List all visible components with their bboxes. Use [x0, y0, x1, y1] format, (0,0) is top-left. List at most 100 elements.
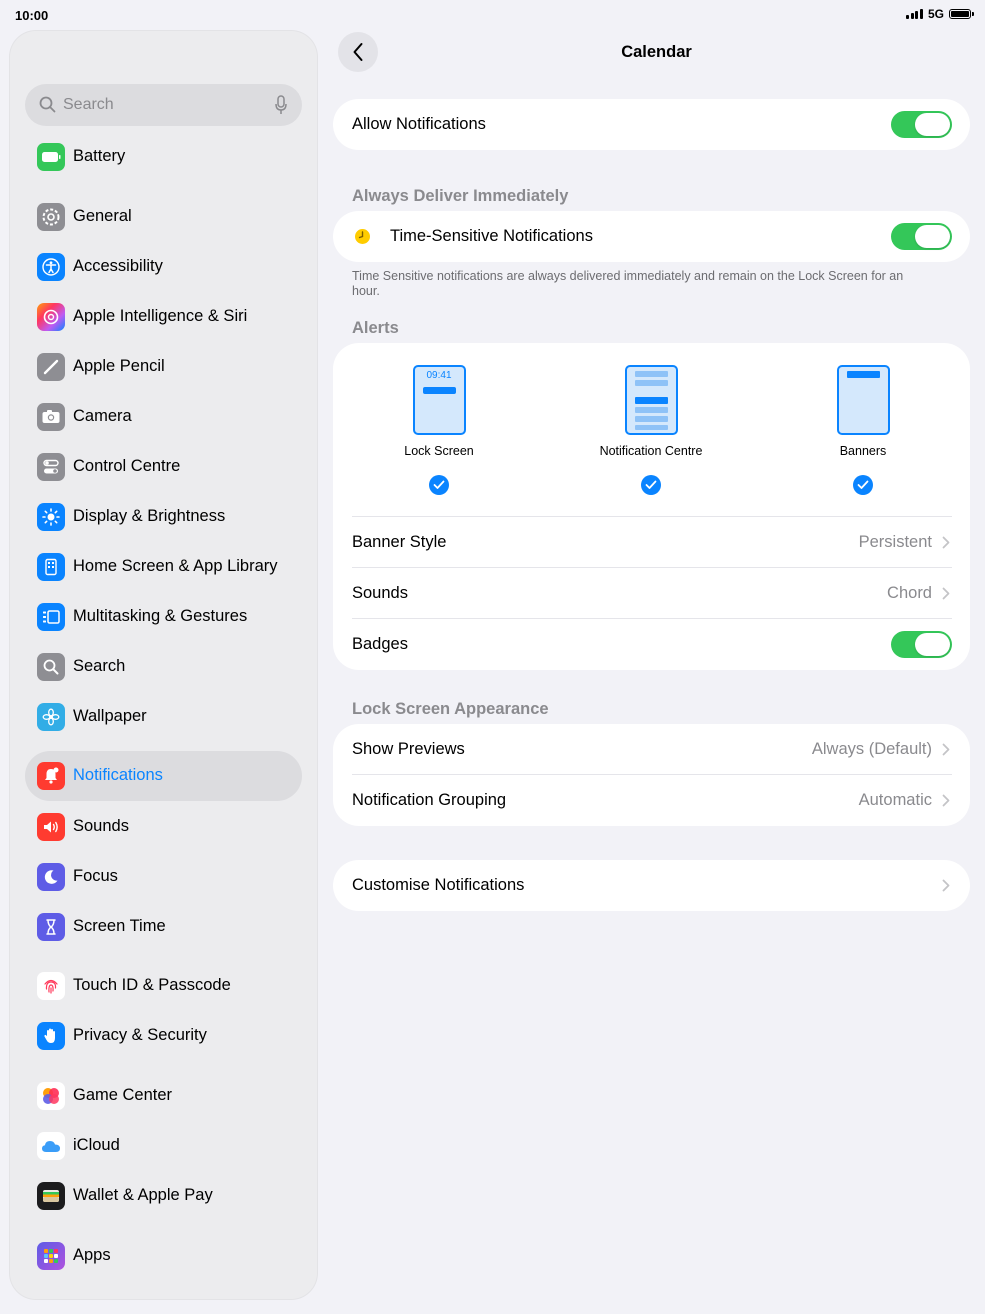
checkmark-icon [641, 475, 661, 495]
sidebar-item-label: Game Center [73, 1086, 173, 1104]
sidebar-item-touch-id[interactable]: Touch ID & Passcode [25, 961, 302, 1011]
notification-centre-preview-icon [624, 365, 678, 435]
allow-notifications-row: Allow Notifications [333, 99, 970, 150]
search-field[interactable]: Search [25, 84, 302, 126]
search-icon [37, 653, 65, 681]
sidebar-item-screen-time[interactable]: Screen Time [25, 902, 302, 952]
sidebar-item-display-brightness[interactable]: Display & Brightness [25, 492, 302, 542]
sidebar-item-label: General [73, 207, 132, 225]
clock-icon [355, 229, 370, 244]
badges-label: Badges [352, 635, 408, 653]
chevron-right-icon [942, 587, 950, 600]
sounds-row[interactable]: Sounds Chord [333, 568, 970, 619]
banners-preview-icon [836, 365, 890, 435]
lock-screen-section-header: Lock Screen Appearance [352, 700, 549, 718]
allow-notifications-label: Allow Notifications [352, 115, 486, 133]
sidebar-item-camera[interactable]: Camera [25, 392, 302, 442]
checkmark-icon [429, 475, 449, 495]
sidebar-item-label: Camera [73, 407, 132, 425]
notification-grouping-row[interactable]: Notification Grouping Automatic [333, 775, 970, 826]
sidebar-item-multitasking[interactable]: Multitasking & Gestures [25, 592, 302, 642]
customise-notifications-label: Customise Notifications [352, 876, 525, 894]
sidebar-item-label: Screen Time [73, 917, 166, 935]
sidebar-item-general[interactable]: General [25, 192, 302, 242]
sidebar-item-label: Accessibility [73, 257, 163, 275]
sidebar-item-label: Home Screen & App Library [73, 557, 278, 575]
sidebar-item-label: Wallpaper [73, 707, 147, 725]
checkmark-icon [853, 475, 873, 495]
sidebar-item-apple-pencil[interactable]: Apple Pencil [25, 342, 302, 392]
sidebar-item-game-center[interactable]: Game Center [25, 1071, 302, 1121]
flower-icon [37, 703, 65, 731]
home-screen-icon [37, 553, 65, 581]
sidebar-item-notifications[interactable]: Notifications [25, 751, 302, 801]
sidebar-item-label: Battery [73, 147, 126, 165]
status-time: 10:00 [15, 8, 49, 23]
sidebar-item-home-screen[interactable]: Home Screen & App Library [25, 542, 302, 592]
customise-card: Customise Notifications [333, 860, 970, 911]
search-placeholder: Search [63, 96, 114, 113]
alert-option-banners[interactable]: Banners [783, 365, 943, 495]
sidebar-item-accessibility[interactable]: Accessibility [25, 242, 302, 292]
sidebar-item-label: Touch ID & Passcode [73, 976, 231, 994]
banner-style-row[interactable]: Banner Style Persistent [333, 517, 970, 568]
sidebar-item-wallpaper[interactable]: Wallpaper [25, 692, 302, 742]
show-previews-row[interactable]: Show Previews Always (Default) [333, 724, 970, 775]
hourglass-icon [37, 913, 65, 941]
speaker-icon [37, 813, 65, 841]
allow-notifications-toggle[interactable] [891, 111, 952, 138]
apps-grid-icon [37, 1242, 65, 1270]
lock-screen-preview-icon: 09:41 [412, 365, 466, 435]
sidebar-item-label: Display & Brightness [73, 507, 226, 525]
sidebar-item-sounds[interactable]: Sounds [25, 802, 302, 852]
chevron-right-icon [942, 743, 950, 756]
sidebar-item-label: iCloud [73, 1136, 120, 1154]
show-previews-value: Always (Default) [811, 740, 932, 758]
multitasking-icon [37, 603, 65, 631]
gear-icon [37, 203, 65, 231]
sidebar-item-wallet[interactable]: Wallet & Apple Pay [25, 1171, 302, 1221]
accessibility-icon [37, 253, 65, 281]
detail-pane: Calendar Allow Notifications Always Deli… [333, 0, 970, 1314]
fingerprint-icon [37, 972, 65, 1000]
badges-toggle[interactable] [891, 631, 952, 658]
sidebar-item-search[interactable]: Search [25, 642, 302, 692]
chevron-right-icon [942, 879, 950, 892]
banner-style-label: Banner Style [352, 533, 447, 551]
alert-option-label: Lock Screen [404, 444, 474, 458]
sidebar-item-control-centre[interactable]: Control Centre [25, 442, 302, 492]
game-center-icon [37, 1082, 65, 1110]
sidebar-item-apple-intelligence[interactable]: Apple Intelligence & Siri [25, 292, 302, 342]
alert-option-lock-screen[interactable]: 09:41 Lock Screen [359, 365, 519, 495]
cloud-icon [37, 1132, 65, 1160]
show-previews-label: Show Previews [352, 740, 465, 758]
sidebar-item-label: Apps [73, 1246, 111, 1264]
sidebar-item-focus[interactable]: Focus [25, 852, 302, 902]
deliver-section-header: Always Deliver Immediately [352, 187, 569, 205]
sidebar: Search Battery General Accessibility App… [10, 31, 317, 1299]
battery-icon [37, 143, 65, 171]
sidebar-item-label: Notifications [73, 766, 163, 784]
sidebar-item-label: Multitasking & Gestures [73, 607, 248, 625]
page-title: Calendar [621, 43, 692, 61]
sidebar-item-battery[interactable]: Battery [25, 132, 302, 182]
alert-option-notification-centre[interactable]: Notification Centre [571, 365, 731, 495]
customise-notifications-row[interactable]: Customise Notifications [333, 860, 970, 911]
sidebar-item-apps[interactable]: Apps [25, 1231, 302, 1281]
chevron-right-icon [942, 536, 950, 549]
alert-option-label: Notification Centre [599, 444, 703, 458]
time-sensitive-row: Time-Sensitive Notifications [333, 211, 970, 262]
sun-icon [37, 503, 65, 531]
badges-row: Badges [333, 619, 970, 670]
sidebar-item-label: Apple Pencil [73, 357, 165, 375]
microphone-icon[interactable] [275, 95, 287, 115]
sidebar-item-label: Apple Intelligence & Siri [73, 307, 248, 325]
sidebar-item-label: Wallet & Apple Pay [73, 1186, 213, 1204]
sidebar-item-label: Focus [73, 867, 118, 885]
sounds-value: Chord [887, 584, 932, 602]
allow-notifications-card: Allow Notifications [333, 99, 970, 150]
time-sensitive-toggle[interactable] [891, 223, 952, 250]
bell-icon [37, 762, 65, 790]
sidebar-item-privacy[interactable]: Privacy & Security [25, 1011, 302, 1061]
sidebar-item-icloud[interactable]: iCloud [25, 1121, 302, 1171]
